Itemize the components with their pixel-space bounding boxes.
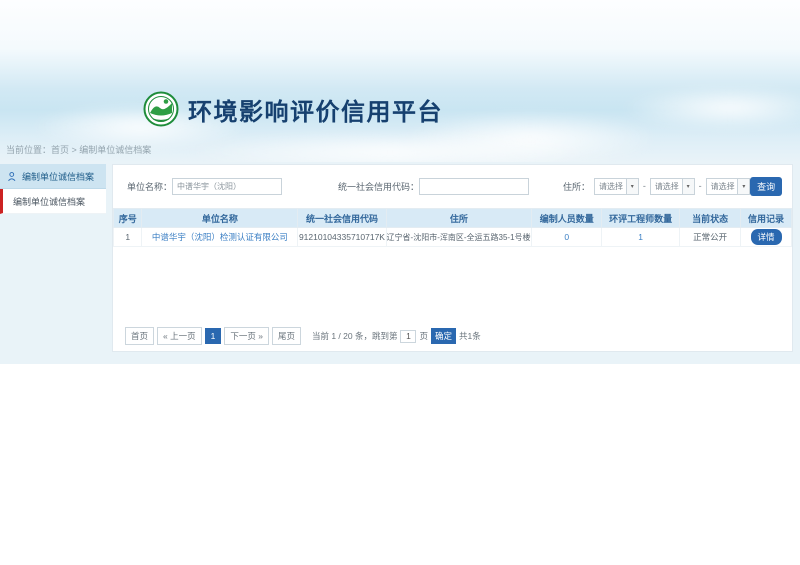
city-select[interactable]: 请选择 ▾	[650, 178, 695, 195]
chevron-down-icon: ▾	[682, 179, 694, 194]
sidebar-item-label: 编制单位诚信档案	[22, 170, 94, 183]
detail-button[interactable]: 详情	[751, 229, 782, 245]
jump-confirm-button[interactable]: 确定	[431, 328, 456, 344]
mee-logo-icon	[143, 91, 179, 127]
sidebar-item-label: 编制单位诚信档案	[13, 195, 85, 208]
chevron-down-icon: ▾	[626, 179, 638, 194]
first-page-button[interactable]: 首页	[125, 327, 154, 345]
last-page-button[interactable]: 尾页	[272, 327, 301, 345]
district-select[interactable]: 请选择 ▾	[706, 178, 751, 195]
page-unit-label: 页	[419, 330, 428, 342]
page-title: 环境影响评价信用平台	[188, 92, 443, 127]
district-select-value: 请选择	[707, 181, 735, 192]
person-search-icon	[7, 171, 18, 182]
prev-page-button[interactable]: « 上一页	[157, 327, 202, 345]
table-header-row: 序号 单位名称 统一社会信用代码 住所 编制人员数量 环评工程师数量 当前状态 …	[114, 209, 792, 228]
search-button[interactable]: 查询	[750, 177, 782, 196]
col-credit-record: 信用记录	[741, 209, 792, 228]
col-staff-count: 编制人员数量	[532, 209, 602, 228]
row-address: 辽宁省-沈阳市-浑南区-全运五路35-1号楼902	[386, 228, 532, 247]
credit-code-label: 统一社会信用代码：	[338, 180, 419, 193]
table-row: 1 中谱华宇（沈阳）检测认证有限公司 91210104335710717K 辽宁…	[114, 228, 792, 247]
col-address: 住所	[386, 209, 532, 228]
province-select[interactable]: 请选择 ▾	[594, 178, 639, 195]
city-select-value: 请选择	[651, 181, 679, 192]
col-unit-name: 单位名称	[142, 209, 298, 228]
chevron-down-icon: ▾	[737, 179, 749, 194]
credit-code-input[interactable]	[419, 178, 529, 195]
pagination: 首页 « 上一页 1 下一页 » 尾页 当前 1 / 20 条，跳到第 页 确定…	[125, 327, 481, 345]
select-separator: -	[643, 181, 646, 191]
province-select-value: 请选择	[595, 181, 623, 192]
row-credit-code: 91210104335710717K	[298, 228, 386, 247]
staff-count-link[interactable]: 0	[564, 232, 569, 242]
col-credit-code: 统一社会信用代码	[298, 209, 386, 228]
brand: 环境影响评价信用平台	[143, 86, 443, 132]
breadcrumb: 当前位置：首页 > 编制单位诚信档案	[6, 143, 151, 156]
row-status: 正常公开	[680, 228, 741, 247]
content-area: 编制单位诚信档案 编制单位诚信档案 单位名称： 统一社会信用代码： 住所： 请选…	[0, 162, 800, 364]
address-label: 住所：	[563, 180, 590, 193]
col-status: 当前状态	[680, 209, 741, 228]
page: 环境影响评价信用平台 当前位置：首页 > 编制单位诚信档案 编制单位诚信档案 编…	[0, 0, 800, 565]
sidebar-item-unit-credit-archive-2[interactable]: 编制单位诚信档案	[0, 189, 106, 214]
main-panel: 单位名称： 统一社会信用代码： 住所： 请选择 ▾ - 请选择 ▾ - 请选择 …	[112, 164, 793, 352]
total-count-label: 共1条	[459, 330, 481, 342]
next-page-button[interactable]: 下一页 »	[224, 327, 269, 345]
cloud-decoration	[620, 86, 800, 130]
row-index: 1	[114, 228, 142, 247]
sidebar: 编制单位诚信档案 编制单位诚信档案	[0, 164, 106, 214]
engineer-count-link[interactable]: 1	[638, 232, 643, 242]
current-page-button[interactable]: 1	[205, 328, 222, 344]
page-jump-input[interactable]	[400, 330, 416, 343]
results-table: 序号 单位名称 统一社会信用代码 住所 编制人员数量 环评工程师数量 当前状态 …	[113, 208, 792, 247]
unit-name-label: 单位名称：	[127, 180, 172, 193]
col-index: 序号	[114, 209, 142, 228]
sidebar-item-unit-credit-archive[interactable]: 编制单位诚信档案	[0, 164, 106, 189]
filter-row: 单位名称： 统一社会信用代码： 住所： 请选择 ▾ - 请选择 ▾ - 请选择 …	[113, 177, 792, 195]
unit-name-input[interactable]	[172, 178, 282, 195]
select-separator: -	[699, 181, 702, 191]
col-engineer-count: 环评工程师数量	[602, 209, 680, 228]
pagination-info: 当前 1 / 20 条，跳到第	[312, 330, 398, 342]
unit-name-link[interactable]: 中谱华宇（沈阳）检测认证有限公司	[152, 232, 288, 242]
sky-banner: 环境影响评价信用平台 当前位置：首页 > 编制单位诚信档案	[0, 0, 800, 162]
